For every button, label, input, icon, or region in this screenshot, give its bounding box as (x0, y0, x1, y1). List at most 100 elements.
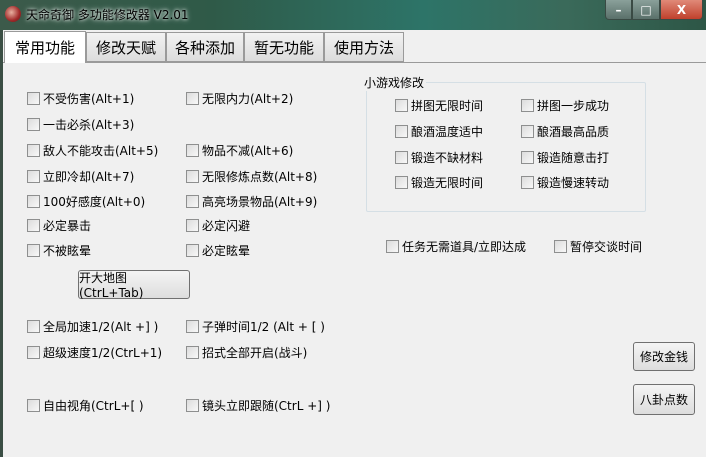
checkbox-box[interactable] (27, 218, 40, 232)
checkbox-label: 必定眩晕 (202, 243, 251, 258)
checkbox-puzzle-infinite-time[interactable]: 拼图无限时间 (395, 97, 483, 113)
checkbox-box[interactable] (395, 150, 408, 164)
app-icon (5, 6, 21, 22)
close-button[interactable]: X (660, 0, 703, 20)
checkbox-label: 必定暴击 (43, 218, 92, 233)
window-title: 天命奇御 多功能修改器 V2.01 (26, 8, 189, 22)
checkbox-box[interactable] (521, 124, 534, 138)
checkbox-always-crit[interactable]: 必定暴击 (27, 217, 91, 233)
checkbox-no-damage[interactable]: 不受伤害(Alt+1) (27, 90, 134, 106)
checkbox-box[interactable] (27, 243, 40, 257)
checkbox-box[interactable] (186, 218, 199, 232)
checkbox-label: 锻造随意击打 (537, 150, 610, 165)
maximize-button[interactable]: □ (632, 0, 660, 20)
checkbox-box[interactable] (27, 398, 40, 412)
checkbox-box[interactable] (521, 175, 534, 189)
checkbox-global-speed[interactable]: 全局加速1/2(Alt +] ) (27, 318, 158, 334)
checkbox-box[interactable] (554, 239, 567, 253)
modify-money-button[interactable]: 修改金钱 (633, 342, 695, 371)
checkbox-label: 暂停交谈时间 (570, 239, 643, 254)
checkbox-forge-slow-spin[interactable]: 锻造慢速转动 (521, 174, 609, 190)
checkbox-box[interactable] (186, 169, 199, 183)
checkbox-no-stun[interactable]: 不被眩晕 (27, 242, 91, 258)
checkbox-label: 不受伤害(Alt+1) (43, 91, 135, 106)
checkbox-label: 全局加速1/2(Alt +] ) (43, 319, 159, 334)
checkbox-label: 拼图一步成功 (537, 98, 610, 113)
checkbox-highlight-items[interactable]: 高亮场景物品(Alt+9) (186, 193, 317, 209)
tab-common[interactable]: 常用功能 (4, 31, 86, 63)
checkbox-enemy-no-attack[interactable]: 敌人不能攻击(Alt+5) (27, 142, 158, 158)
checkbox-forge-materials[interactable]: 锻造不缺材料 (395, 149, 483, 165)
checkbox-always-stun[interactable]: 必定眩晕 (186, 242, 250, 258)
checkbox-100-affection[interactable]: 100好感度(Alt+0) (27, 193, 145, 209)
checkbox-box[interactable] (386, 239, 399, 253)
checkbox-one-hit-kill[interactable]: 一击必杀(Alt+3) (27, 116, 134, 132)
checkbox-label: 高亮场景物品(Alt+9) (202, 194, 318, 209)
checkbox-box[interactable] (521, 150, 534, 164)
minigame-group-title: 小游戏修改 (362, 74, 427, 91)
checkbox-bullet-time[interactable]: 子弹时间1/2 (Alt + [ ) (186, 318, 325, 334)
checkbox-box[interactable] (521, 98, 534, 112)
checkbox-box[interactable] (27, 117, 40, 131)
checkbox-items-no-decrease[interactable]: 物品不减(Alt+6) (186, 142, 293, 158)
checkbox-box[interactable] (186, 319, 199, 333)
checkbox-brew-quality[interactable]: 酿酒最高品质 (521, 123, 609, 139)
checkbox-label: 锻造慢速转动 (537, 175, 610, 190)
checkbox-box[interactable] (27, 143, 40, 157)
checkbox-brew-temperature[interactable]: 酿酒温度适中 (395, 123, 483, 139)
tab-none[interactable]: 暂无功能 (244, 32, 324, 62)
checkbox-box[interactable] (27, 345, 40, 359)
checkbox-box[interactable] (27, 319, 40, 333)
checkbox-box[interactable] (186, 194, 199, 208)
checkbox-label: 超级速度1/2(CtrL+1) (43, 345, 163, 360)
checkbox-box[interactable] (186, 345, 199, 359)
checkbox-label: 拼图无限时间 (411, 98, 484, 113)
checkbox-label: 酿酒温度适中 (411, 124, 484, 139)
checkbox-quest-no-items[interactable]: 任务无需道具/立即达成 (386, 238, 526, 254)
checkbox-always-dodge[interactable]: 必定闪避 (186, 217, 250, 233)
checkbox-box[interactable] (186, 243, 199, 257)
checkbox-label: 无限内力(Alt+2) (202, 91, 294, 106)
tab-talent[interactable]: 修改天赋 (86, 32, 166, 62)
checkbox-label: 物品不减(Alt+6) (202, 143, 294, 158)
checkbox-label: 一击必杀(Alt+3) (43, 117, 135, 132)
checkbox-label: 自由视角(CtrL+[ ) (43, 398, 144, 413)
checkbox-infinite-training[interactable]: 无限修炼点数(Alt+8) (186, 168, 317, 184)
tab-add[interactable]: 各种添加 (166, 32, 244, 62)
checkbox-box[interactable] (395, 124, 408, 138)
checkbox-free-camera[interactable]: 自由视角(CtrL+[ ) (27, 397, 144, 413)
checkbox-box[interactable] (27, 169, 40, 183)
checkbox-label: 镜头立即跟随(CtrL +] ) (202, 398, 331, 413)
title-bar: 天命奇御 多功能修改器 V2.01 – □ X (0, 0, 706, 30)
checkbox-box[interactable] (186, 398, 199, 412)
checkbox-super-speed[interactable]: 超级速度1/2(CtrL+1) (27, 344, 162, 360)
checkbox-box[interactable] (395, 175, 408, 189)
checkbox-box[interactable] (186, 91, 199, 105)
checkbox-box[interactable] (186, 143, 199, 157)
checkbox-instant-cooldown[interactable]: 立即冷却(Alt+7) (27, 168, 134, 184)
minimize-button[interactable]: – (605, 0, 632, 20)
checkbox-label: 锻造不缺材料 (411, 150, 484, 165)
checkbox-box[interactable] (27, 91, 40, 105)
checkbox-forge-free-hit[interactable]: 锻造随意击打 (521, 149, 609, 165)
bagua-points-button[interactable]: 八卦点数 (633, 384, 695, 415)
checkbox-forge-infinite-time[interactable]: 锻造无限时间 (395, 174, 483, 190)
checkbox-box[interactable] (395, 98, 408, 112)
open-map-button[interactable]: 开大地图(CtrL+Tab) (78, 270, 190, 300)
checkbox-infinite-mana[interactable]: 无限内力(Alt+2) (186, 90, 293, 106)
checkbox-label: 招式全部开启(战斗) (202, 345, 308, 360)
checkbox-camera-follow[interactable]: 镜头立即跟随(CtrL +] ) (186, 397, 330, 413)
checkbox-box[interactable] (27, 194, 40, 208)
checkbox-all-moves[interactable]: 招式全部开启(战斗) (186, 344, 307, 360)
checkbox-label: 立即冷却(Alt+7) (43, 169, 135, 184)
checkbox-label: 100好感度(Alt+0) (43, 194, 146, 209)
checkbox-puzzle-one-step[interactable]: 拼图一步成功 (521, 97, 609, 113)
tab-usage[interactable]: 使用方法 (324, 32, 404, 62)
checkbox-pause-dialog[interactable]: 暂停交谈时间 (554, 238, 642, 254)
checkbox-label: 子弹时间1/2 (Alt + [ ) (202, 319, 325, 334)
checkbox-label: 不被眩晕 (43, 243, 92, 258)
checkbox-label: 必定闪避 (202, 218, 251, 233)
checkbox-label: 酿酒最高品质 (537, 124, 610, 139)
checkbox-label: 敌人不能攻击(Alt+5) (43, 143, 159, 158)
checkbox-label: 任务无需道具/立即达成 (402, 239, 527, 254)
